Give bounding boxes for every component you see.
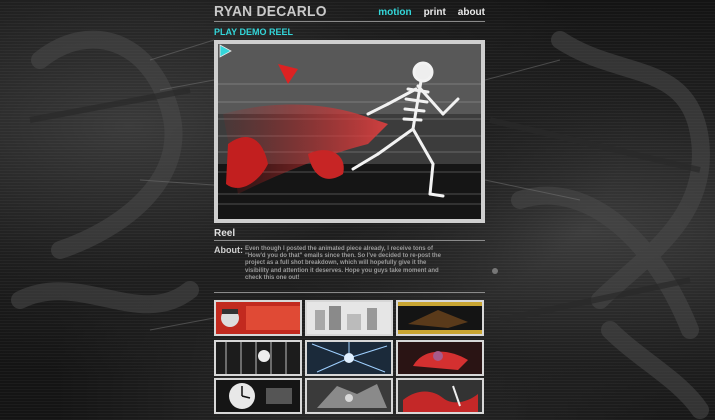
thumbnail-4-image <box>216 342 300 374</box>
thumbnail-1[interactable] <box>214 300 302 336</box>
thumbnail-9[interactable] <box>396 378 484 414</box>
site-logo[interactable]: RYAN DECARLO <box>214 3 327 20</box>
about-description: Even though I posted the animated piece … <box>245 246 441 281</box>
thumbnail-9-image <box>398 380 482 412</box>
thumbnail-2[interactable] <box>305 300 393 336</box>
nav-motion[interactable]: motion <box>378 7 411 18</box>
play-icon[interactable] <box>218 44 232 58</box>
video-player[interactable] <box>214 40 485 223</box>
reel-divider <box>214 240 485 241</box>
thumbnail-1-image <box>216 302 300 334</box>
thumbnail-8-image <box>307 380 391 412</box>
thumbnail-3[interactable] <box>396 300 484 336</box>
about-label: About: <box>214 245 243 255</box>
thumbnail-5[interactable] <box>305 340 393 376</box>
thumbnail-6-image <box>398 342 482 374</box>
thumbnail-5-image <box>307 342 391 374</box>
thumbnail-6[interactable] <box>396 340 484 376</box>
thumbnail-4[interactable] <box>214 340 302 376</box>
thumbnail-8[interactable] <box>305 378 393 414</box>
nav-about[interactable]: about <box>458 7 485 18</box>
header-divider <box>214 21 485 22</box>
content-column: RYAN DECARLO motion print about PLAY DEM… <box>214 0 485 420</box>
video-frame[interactable] <box>218 44 481 219</box>
main-nav: motion print about <box>378 7 485 18</box>
thumbnail-2-image <box>307 302 391 334</box>
thumbs-divider <box>214 292 485 293</box>
play-demo-reel-link[interactable]: PLAY DEMO REEL <box>214 27 293 37</box>
thumbnail-3-image <box>398 302 482 334</box>
reel-title: Reel <box>214 228 236 239</box>
thumbnail-7[interactable] <box>214 378 302 414</box>
reel-still-image <box>218 44 481 219</box>
thumbnail-7-image <box>216 380 300 412</box>
nav-print[interactable]: print <box>424 7 446 18</box>
